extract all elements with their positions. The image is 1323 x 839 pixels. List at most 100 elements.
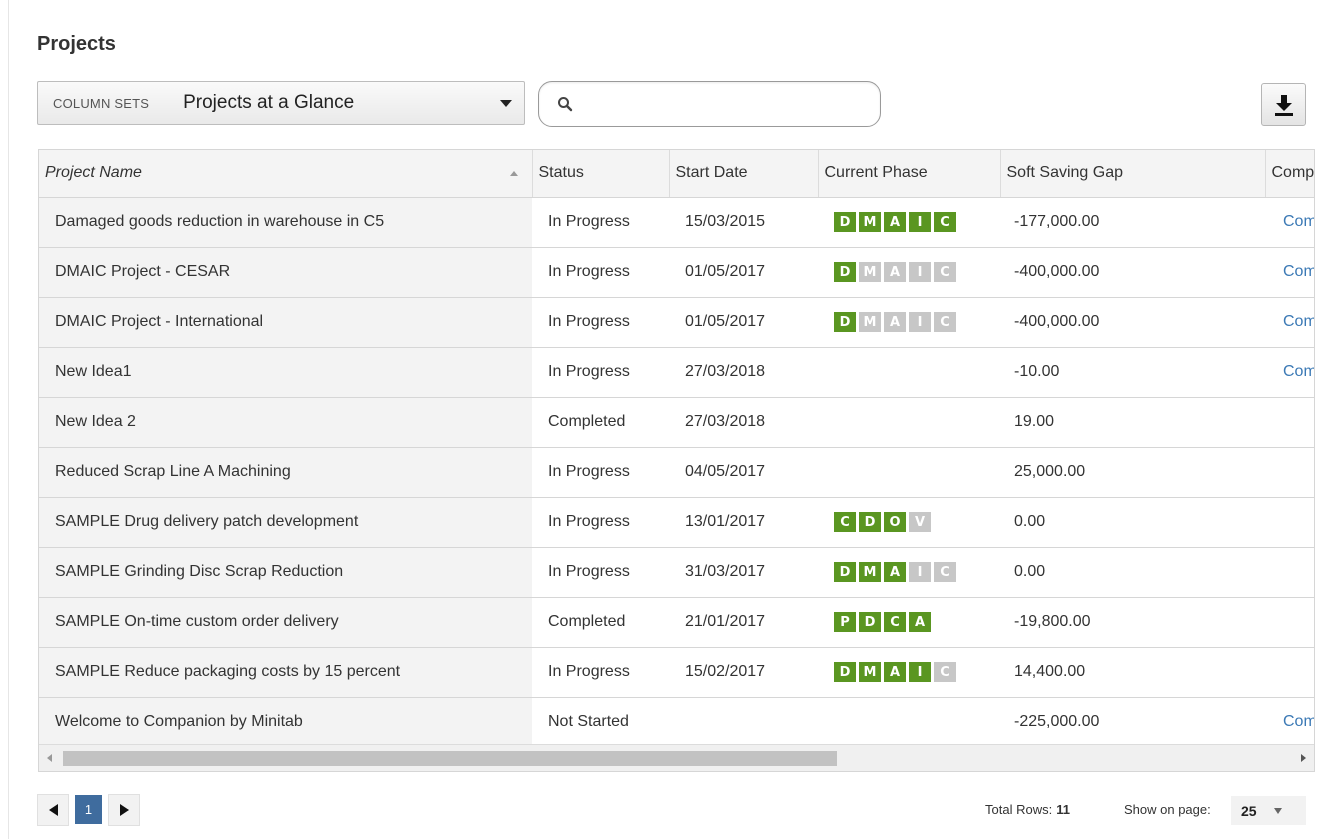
column-header-start-date[interactable]: Start Date xyxy=(669,150,819,198)
phase-indicator[interactable]: DMAIC xyxy=(834,562,956,582)
page-size-dropdown[interactable]: 25 xyxy=(1231,796,1306,825)
cell-project-name: SAMPLE On-time custom order delivery xyxy=(39,597,532,648)
table-row[interactable]: SAMPLE Drug delivery patch development In… xyxy=(39,497,1314,548)
cell-comp xyxy=(1265,647,1314,698)
projects-table: Project Name Status Start Date Current P… xyxy=(39,150,1314,747)
left-border xyxy=(8,0,9,839)
phase-indicator[interactable]: PDCA xyxy=(834,612,931,632)
cell-start-date: 31/03/2017 xyxy=(669,547,818,598)
cell-comp[interactable]: Com xyxy=(1265,297,1314,348)
cell-project-name: New Idea 2 xyxy=(39,397,532,448)
table-row[interactable]: DMAIC Project - International In Progress… xyxy=(39,297,1314,348)
phase-badge: A xyxy=(884,312,906,332)
phase-badge: M xyxy=(859,662,881,682)
cell-project-name: DMAIC Project - International xyxy=(39,297,532,348)
cell-start-date: 15/03/2015 xyxy=(669,197,818,248)
cell-comp xyxy=(1265,597,1314,648)
table-row[interactable]: Welcome to Companion by Minitab Not Start… xyxy=(39,697,1314,747)
cell-start-date: 15/02/2017 xyxy=(669,647,818,698)
cell-current-phase: DMAIC xyxy=(818,247,1000,298)
column-header-status[interactable]: Status xyxy=(532,150,670,198)
cell-comp[interactable]: Com xyxy=(1265,197,1314,248)
search-input[interactable] xyxy=(583,90,863,118)
cell-project-name: Reduced Scrap Line A Machining xyxy=(39,447,532,498)
phase-badge: M xyxy=(859,212,881,232)
scrollbar-thumb[interactable] xyxy=(63,751,837,766)
phase-badge: D xyxy=(859,512,881,532)
table-row[interactable]: New Idea1 In Progress 27/03/2018 -10.00 Com xyxy=(39,347,1314,398)
table-row[interactable]: DMAIC Project - CESAR In Progress 01/05/20… xyxy=(39,247,1314,298)
scroll-right-icon[interactable] xyxy=(1301,754,1306,762)
phase-badge: D xyxy=(834,662,856,682)
cell-comp[interactable]: Com xyxy=(1265,247,1314,298)
table-row[interactable]: SAMPLE Grinding Disc Scrap Reduction In P… xyxy=(39,547,1314,598)
cell-comp[interactable]: Com xyxy=(1265,347,1314,398)
phase-badge: O xyxy=(884,512,906,532)
search-icon xyxy=(558,97,573,112)
cell-status: In Progress xyxy=(532,247,669,298)
phase-badge: C xyxy=(934,662,956,682)
download-icon xyxy=(1274,94,1293,116)
column-header-project-name[interactable]: Project Name xyxy=(39,150,533,198)
column-header-current-phase[interactable]: Current Phase xyxy=(818,150,1001,198)
column-header-soft-saving-gap[interactable]: Soft Saving Gap xyxy=(1000,150,1266,198)
page-number-button[interactable]: 1 xyxy=(75,795,102,824)
phase-badge: C xyxy=(834,512,856,532)
phase-badge: I xyxy=(909,262,931,282)
cell-start-date: 27/03/2018 xyxy=(669,347,818,398)
cell-project-name: DMAIC Project - CESAR xyxy=(39,247,532,298)
table-row[interactable]: Damaged goods reduction in warehouse in … xyxy=(39,197,1314,248)
phase-indicator[interactable]: CDOV xyxy=(834,512,931,532)
cell-soft-saving-gap: -19,800.00 xyxy=(1000,597,1265,648)
phase-badge: C xyxy=(884,612,906,632)
phase-badge: I xyxy=(909,662,931,682)
cell-start-date: 04/05/2017 xyxy=(669,447,818,498)
phase-indicator[interactable]: DMAIC xyxy=(834,262,956,282)
phase-indicator[interactable]: DMAIC xyxy=(834,312,956,332)
cell-status: Completed xyxy=(532,597,669,648)
phase-badge: C xyxy=(934,562,956,582)
show-on-page-label: Show on page: xyxy=(1124,802,1211,817)
phase-badge: I xyxy=(909,212,931,232)
column-header-label: Project Name xyxy=(45,164,142,182)
phase-badge: A xyxy=(884,662,906,682)
cell-current-phase: DMAIC xyxy=(818,547,1000,598)
column-header-comp[interactable]: Comp xyxy=(1265,150,1314,198)
download-button[interactable] xyxy=(1261,83,1306,126)
cell-current-phase xyxy=(818,397,1000,448)
scroll-left-icon[interactable] xyxy=(47,754,52,762)
cell-comp xyxy=(1265,497,1314,548)
phase-indicator[interactable]: DMAIC xyxy=(834,212,956,232)
cell-start-date: 27/03/2018 xyxy=(669,397,818,448)
phase-badge: I xyxy=(909,312,931,332)
table-row[interactable]: SAMPLE On-time custom order delivery Comp… xyxy=(39,597,1314,648)
cell-status: In Progress xyxy=(532,497,669,548)
next-page-button[interactable] xyxy=(108,793,140,826)
phase-badge: M xyxy=(859,262,881,282)
cell-current-phase xyxy=(818,447,1000,498)
table-row[interactable]: New Idea 2 Completed 27/03/2018 19.00 xyxy=(39,397,1314,448)
table-row[interactable]: SAMPLE Reduce packaging costs by 15 perc… xyxy=(39,647,1314,698)
previous-page-button[interactable] xyxy=(37,793,69,826)
cell-project-name: Welcome to Companion by Minitab xyxy=(39,697,532,747)
chevron-down-icon xyxy=(500,99,512,107)
table-row[interactable]: Reduced Scrap Line A Machining In Progres… xyxy=(39,447,1314,498)
cell-status: In Progress xyxy=(532,647,669,698)
cell-soft-saving-gap: 0.00 xyxy=(1000,497,1265,548)
cell-start-date: 01/05/2017 xyxy=(669,247,818,298)
horizontal-scrollbar[interactable] xyxy=(39,744,1314,771)
column-sets-label: COLUMN SETS xyxy=(53,95,150,111)
triangle-left-icon xyxy=(48,803,58,816)
sort-ascending-icon xyxy=(509,171,518,177)
phase-badge: C xyxy=(934,312,956,332)
column-sets-dropdown[interactable]: COLUMN SETS Projects at a Glance xyxy=(37,81,525,125)
cell-soft-saving-gap: -400,000.00 xyxy=(1000,247,1265,298)
cell-status: In Progress xyxy=(532,347,669,398)
phase-badge: I xyxy=(909,562,931,582)
phase-indicator[interactable]: DMAIC xyxy=(834,662,956,682)
cell-comp[interactable]: Com xyxy=(1265,697,1314,747)
cell-project-name: SAMPLE Drug delivery patch development xyxy=(39,497,532,548)
cell-project-name: Damaged goods reduction in warehouse in … xyxy=(39,197,532,248)
search-box[interactable] xyxy=(538,81,881,127)
column-sets-value: Projects at a Glance xyxy=(183,92,355,113)
